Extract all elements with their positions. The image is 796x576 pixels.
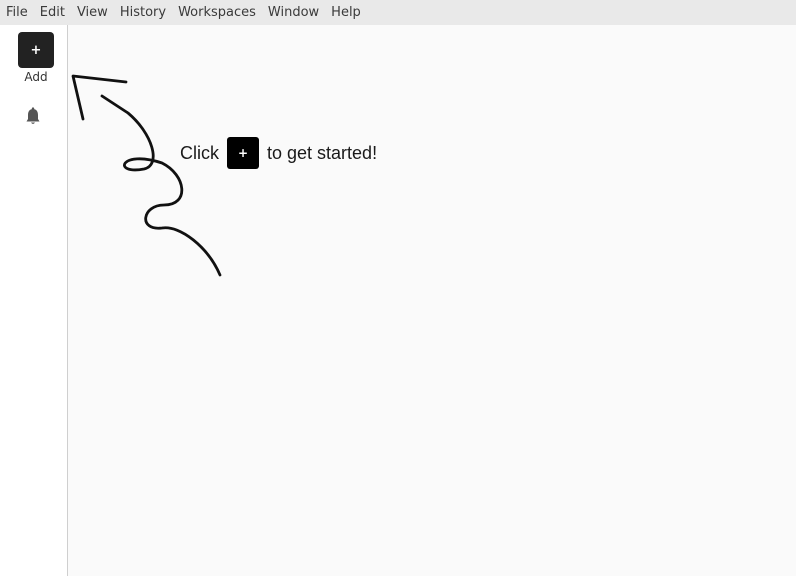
menu-edit[interactable]: Edit xyxy=(34,0,71,25)
hint-text-before: Click xyxy=(180,142,219,163)
menu-help[interactable]: Help xyxy=(325,0,367,25)
menu-file[interactable]: File xyxy=(0,0,34,25)
add-button-label: Add xyxy=(24,70,48,84)
bell-icon[interactable] xyxy=(24,107,42,127)
menu-window[interactable]: Window xyxy=(262,0,325,25)
menu-bar: File Edit View History Workspaces Window… xyxy=(0,0,796,25)
add-button[interactable]: + xyxy=(18,32,54,68)
hint-add-button[interactable]: + xyxy=(227,137,259,169)
menu-view[interactable]: View xyxy=(71,0,114,25)
menu-history[interactable]: History xyxy=(114,0,172,25)
sidebar: + Add xyxy=(0,25,68,576)
hint-text-after: to get started! xyxy=(267,142,378,163)
menu-workspaces[interactable]: Workspaces xyxy=(172,0,262,25)
get-started-hint: Click + to get started! xyxy=(180,137,377,169)
workspace-canvas: Click + to get started! xyxy=(68,25,796,576)
